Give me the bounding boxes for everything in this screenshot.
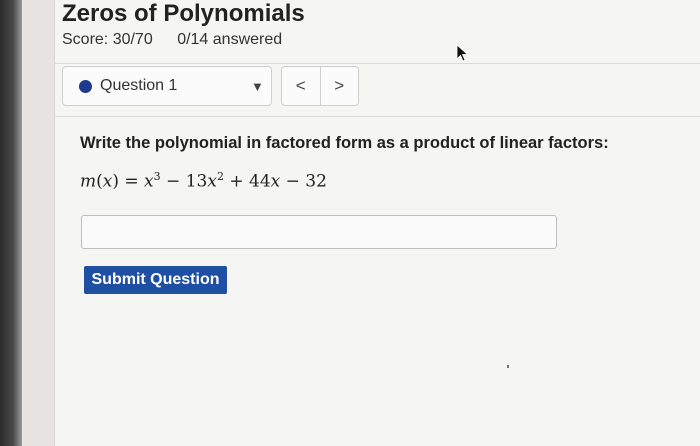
question-prompt: Write the polynomial in factored form as… xyxy=(80,134,609,152)
left-margin xyxy=(22,0,54,446)
question-selector[interactable]: Question 1 ▼ xyxy=(62,66,272,106)
score-text: Score: 30/70 xyxy=(62,31,153,48)
screen: Zeros of Polynomials Score: 30/70 0/14 a… xyxy=(0,0,700,446)
monitor-bezel xyxy=(0,0,22,446)
previous-question-button[interactable]: < xyxy=(282,67,321,105)
header-divider xyxy=(54,63,700,64)
question-divider xyxy=(54,116,700,117)
answer-input[interactable] xyxy=(81,215,557,249)
status-dot-icon xyxy=(79,80,92,93)
caret-down-icon: ▼ xyxy=(251,79,264,94)
answered-count: 0/14 answered xyxy=(177,31,283,48)
question-nav-buttons: < > xyxy=(281,66,359,106)
submit-question-button[interactable]: Submit Question xyxy=(84,266,227,294)
score-row: Score: 30/70 0/14 answered xyxy=(62,31,282,49)
screen-speck xyxy=(507,365,509,368)
next-question-button[interactable]: > xyxy=(321,67,359,105)
question-selector-label: Question 1 xyxy=(100,77,178,94)
page-title: Zeros of Polynomials xyxy=(62,0,305,27)
polynomial-equation: m(x) = x3 − 13x2 + 44x − 32 xyxy=(80,170,327,192)
mouse-pointer-icon xyxy=(456,44,469,62)
